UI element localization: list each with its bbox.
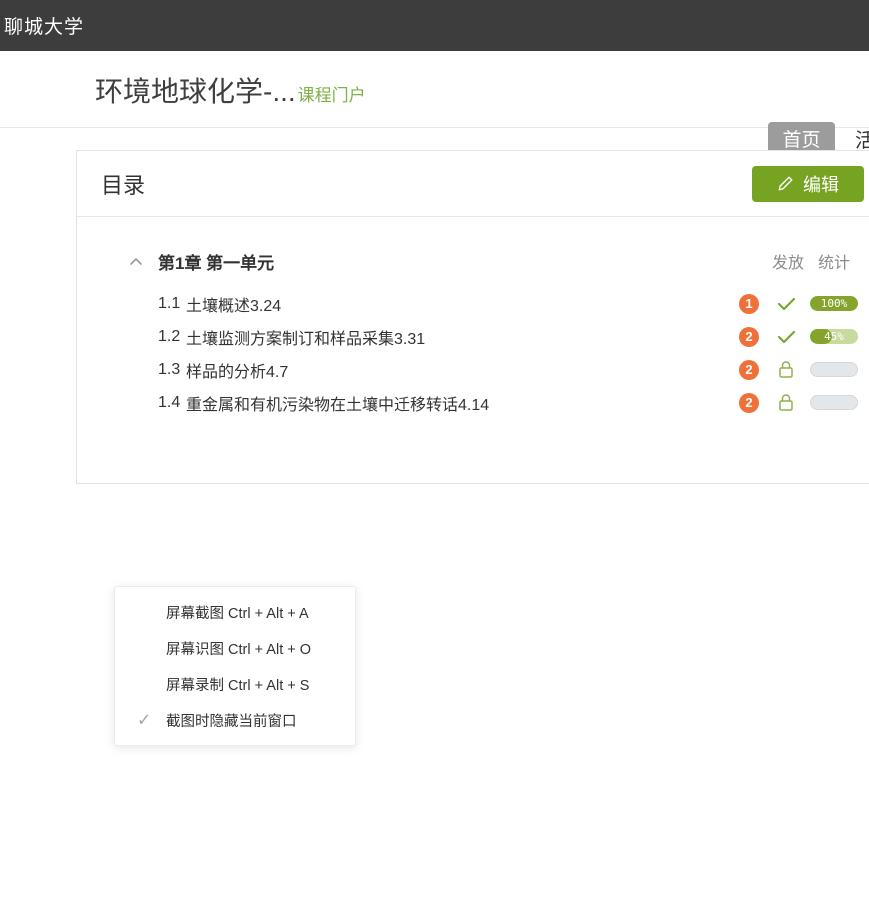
lock-icon (776, 360, 796, 379)
screenshot-tool-menu: ✓ 屏幕截图 Ctrl + Alt + A ✓ 屏幕识图 Ctrl + Alt … (114, 586, 356, 746)
progress-label: 100% (810, 296, 858, 311)
check-icon (776, 330, 796, 344)
item-number: 1.4 (158, 394, 186, 412)
column-labels: 发放 统计 (772, 249, 850, 273)
progress-label (811, 363, 857, 376)
count-badge: 1 (739, 294, 759, 314)
edit-button-label: 编辑 (803, 171, 839, 197)
count-badge: 2 (739, 360, 759, 380)
chapter-items: 1.1 土壤概述3.24 1 100% 1.2 土壤监测方案制订和样品采集3.3… (77, 287, 869, 419)
progress-pill (810, 362, 858, 377)
menu-item-screen-record[interactable]: ✓ 屏幕录制 Ctrl + Alt + S (115, 666, 355, 702)
item-title[interactable]: 样品的分析4.7 (186, 358, 288, 382)
table-row[interactable]: 1.1 土壤概述3.24 1 100% (77, 287, 869, 320)
table-row[interactable]: 1.2 土壤监测方案制订和样品采集3.31 2 45% (77, 320, 869, 353)
column-issue-label: 发放 (772, 249, 804, 273)
item-number: 1.1 (158, 295, 186, 313)
progress-label (811, 396, 857, 409)
progress-pill: 100% (810, 296, 858, 311)
item-number: 1.3 (158, 361, 186, 379)
table-row[interactable]: 1.4 重金属和有机污染物在土壤中迁移转话4.14 2 (77, 386, 869, 419)
chevron-up-icon[interactable] (129, 257, 143, 266)
edit-button[interactable]: 编辑 (752, 166, 864, 202)
course-header: 环境地球化学-... 课程门户 首页 活 (0, 51, 869, 128)
check-icon: ✓ (137, 712, 151, 729)
menu-item-screen-ocr[interactable]: ✓ 屏幕识图 Ctrl + Alt + O (115, 630, 355, 666)
catalog-panel: 目录 编辑 第1章 第一单元 发放 统计 1.1 土壤概述3.24 1 (76, 150, 869, 484)
progress-label: 45% (810, 329, 858, 344)
item-status-columns: 2 (739, 393, 858, 413)
menu-item-screen-capture[interactable]: ✓ 屏幕截图 Ctrl + Alt + A (115, 594, 355, 630)
menu-item-label: 屏幕录制 Ctrl + Alt + S (166, 674, 309, 695)
course-title-wrap: 环境地球化学-... 课程门户 (95, 70, 366, 110)
item-status-columns: 2 45% (739, 327, 858, 347)
pencil-icon (777, 175, 794, 192)
lock-icon (776, 393, 796, 412)
table-row[interactable]: 1.3 样品的分析4.7 2 (77, 353, 869, 386)
course-portal-link[interactable]: 课程门户 (298, 81, 366, 106)
item-status-columns: 1 100% (739, 294, 858, 314)
column-stats-label: 统计 (818, 249, 850, 273)
progress-pill: 45% (810, 329, 858, 344)
menu-item-label: 截图时隐藏当前窗口 (166, 710, 297, 731)
check-icon (776, 297, 796, 311)
item-status-columns: 2 (739, 360, 858, 380)
top-bar: 聊城大学 (0, 0, 869, 51)
nav-item-truncated[interactable]: 活 (855, 124, 869, 153)
chapter-title[interactable]: 第1章 第一单元 (158, 249, 274, 274)
chapter-header-row: 第1章 第一单元 发放 统计 (77, 249, 869, 273)
item-title[interactable]: 土壤监测方案制订和样品采集3.31 (186, 325, 425, 349)
count-badge: 2 (739, 327, 759, 347)
catalog-title: 目录 (101, 168, 145, 200)
item-title[interactable]: 重金属和有机污染物在土壤中迁移转话4.14 (186, 391, 489, 415)
item-number: 1.2 (158, 328, 186, 346)
catalog-panel-header: 目录 编辑 (77, 151, 869, 217)
university-name: 聊城大学 (4, 12, 84, 39)
menu-item-label: 屏幕识图 Ctrl + Alt + O (166, 638, 311, 659)
item-title[interactable]: 土壤概述3.24 (186, 292, 281, 316)
count-badge: 2 (739, 393, 759, 413)
menu-item-label: 屏幕截图 Ctrl + Alt + A (166, 602, 309, 623)
course-title: 环境地球化学-... (95, 70, 296, 110)
menu-item-hide-window-toggle[interactable]: ✓ 截图时隐藏当前窗口 (115, 702, 355, 738)
progress-pill (810, 395, 858, 410)
